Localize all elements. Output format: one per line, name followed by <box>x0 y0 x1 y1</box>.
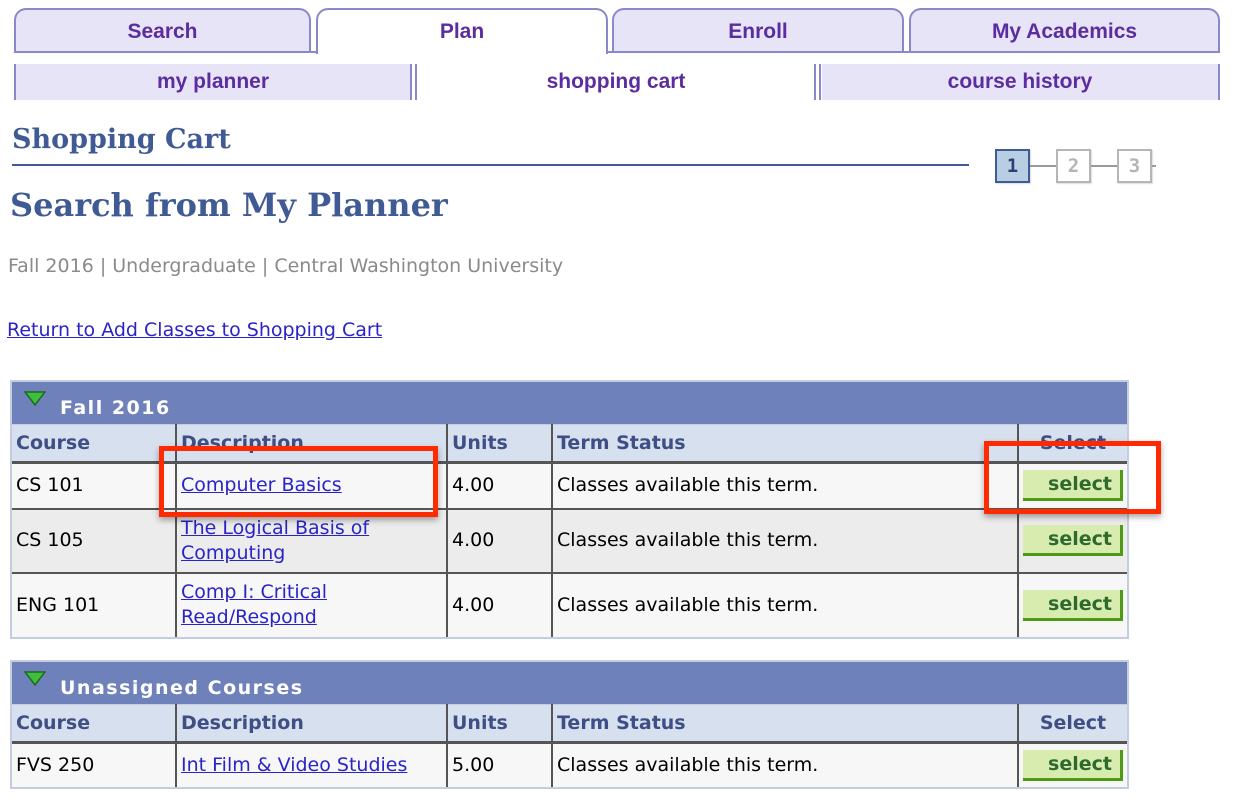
term-status: Classes available this term. <box>552 462 1019 510</box>
column-header-units: Units <box>447 424 553 464</box>
title-divider <box>12 164 969 166</box>
course-table: Course Description Units Term Status Sel… <box>12 424 1127 637</box>
grid-title: Fall 2016 <box>60 397 171 419</box>
course-description: Comp I: Critical Read/Respond <box>176 572 448 637</box>
term-career-institution: Fall 2016 | Undergraduate | Central Wash… <box>8 255 564 277</box>
course-units: 4.00 <box>447 572 553 637</box>
term-status: Classes available this term. <box>552 572 1019 637</box>
subtab-shopping-cart[interactable]: shopping cart <box>418 64 814 100</box>
tab-plan[interactable]: Plan <box>316 8 608 54</box>
column-header-description: Description <box>176 704 448 744</box>
step-connector <box>1030 165 1056 167</box>
grid-header: Unassigned Courses <box>12 662 1127 704</box>
subtab-divider <box>814 64 816 100</box>
column-header-units: Units <box>447 704 553 744</box>
subtab-divider <box>410 64 412 100</box>
select-button[interactable]: select <box>1023 749 1123 781</box>
step-2: 2 <box>1056 149 1091 183</box>
subtab-course-history[interactable]: course history <box>822 64 1218 100</box>
course-units: 4.00 <box>447 462 553 510</box>
course-description-link[interactable]: Int Film & Video Studies <box>181 754 407 776</box>
tab-enroll[interactable]: Enroll <box>612 8 904 53</box>
tabs-baseline <box>14 51 1220 53</box>
course-code: FVS 250 <box>12 742 177 787</box>
column-header-term-status: Term Status <box>552 424 1019 464</box>
step-3: 3 <box>1117 149 1152 183</box>
column-header-course: Course <box>12 424 177 464</box>
column-header-select: Select <box>1018 424 1127 464</box>
subtab-divider <box>415 64 417 100</box>
course-table: Course Description Units Term Status Sel… <box>12 704 1127 787</box>
fall-2016-grid: Fall 2016 Course Description Units Term … <box>10 380 1129 639</box>
course-description-link[interactable]: The Logical Basis of Computing <box>181 517 369 564</box>
tab-search[interactable]: Search <box>14 8 311 53</box>
step-indicator: 1 2 3 <box>995 149 1160 183</box>
column-header-course: Course <box>12 704 177 744</box>
column-header-description: Description <box>176 424 448 464</box>
main-tabs: Search Plan Enroll My Academics <box>14 8 1220 54</box>
table-row: CS 105 The Logical Basis of Computing 4.… <box>12 508 1127 574</box>
course-code: ENG 101 <box>12 572 177 637</box>
column-header-select: Select <box>1018 704 1127 744</box>
term-status: Classes available this term. <box>552 742 1019 787</box>
subtab-divider <box>14 64 16 100</box>
page-title: Shopping Cart <box>12 124 231 155</box>
select-button[interactable]: select <box>1023 525 1123 556</box>
select-cell: select <box>1018 508 1127 574</box>
table-row: FVS 250 Int Film & Video Studies 5.00 Cl… <box>12 742 1127 787</box>
subtab-divider <box>819 64 821 100</box>
grid-title: Unassigned Courses <box>60 677 304 699</box>
course-code: CS 101 <box>12 462 177 510</box>
step-1: 1 <box>995 149 1030 183</box>
column-header-term-status: Term Status <box>552 704 1019 744</box>
grid-header: Fall 2016 <box>12 382 1127 424</box>
unassigned-courses-grid: Unassigned Courses Course Description Un… <box>10 660 1129 789</box>
subtab-divider <box>1218 64 1220 100</box>
tab-my-academics[interactable]: My Academics <box>909 8 1220 53</box>
select-cell: select <box>1018 462 1127 510</box>
course-description: Computer Basics <box>176 462 448 510</box>
step-connector <box>1091 165 1117 167</box>
sub-tabs: my planner shopping cart course history <box>14 64 1220 100</box>
course-description-link[interactable]: Computer Basics <box>181 474 342 496</box>
course-description: Int Film & Video Studies <box>176 742 448 787</box>
select-button[interactable]: select <box>1023 589 1123 621</box>
select-button[interactable]: select <box>1023 470 1123 502</box>
subtab-my-planner[interactable]: my planner <box>16 64 410 100</box>
select-cell: select <box>1018 572 1127 637</box>
table-row: CS 101 Computer Basics 4.00 Classes avai… <box>12 462 1127 510</box>
section-title: Search from My Planner <box>10 186 448 224</box>
step-connector <box>1152 165 1156 167</box>
course-description-link[interactable]: Comp I: Critical Read/Respond <box>181 581 327 628</box>
collapse-triangle-icon[interactable] <box>24 670 46 688</box>
course-units: 5.00 <box>447 742 553 787</box>
course-code: CS 105 <box>12 508 177 574</box>
return-to-add-classes-link[interactable]: Return to Add Classes to Shopping Cart <box>7 319 382 341</box>
term-status: Classes available this term. <box>552 508 1019 574</box>
course-units: 4.00 <box>447 508 553 574</box>
active-tab-gap <box>318 51 606 53</box>
select-cell: select <box>1018 742 1127 787</box>
course-description: The Logical Basis of Computing <box>176 508 448 574</box>
table-row: ENG 101 Comp I: Critical Read/Respond 4.… <box>12 572 1127 637</box>
collapse-triangle-icon[interactable] <box>24 390 46 408</box>
